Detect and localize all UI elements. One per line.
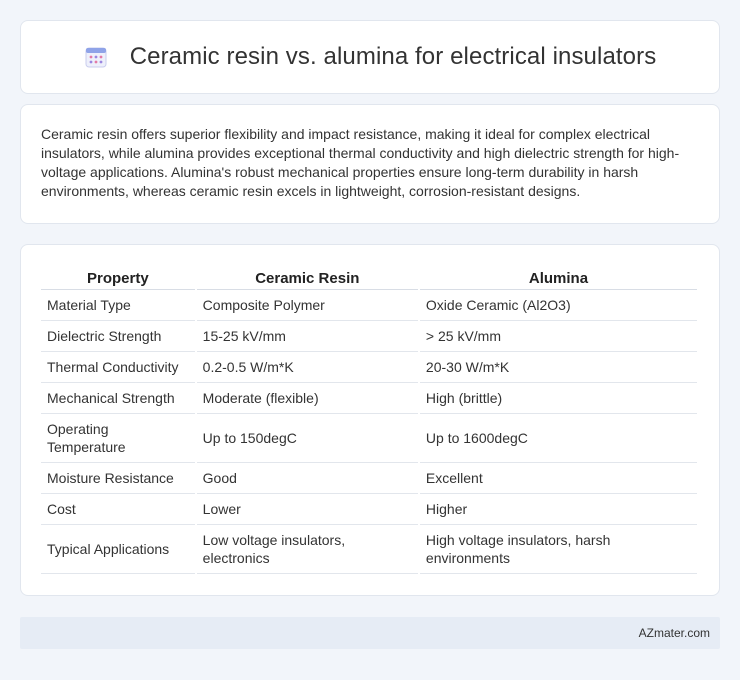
footer-bar: AZmater.com [20,617,720,649]
alumina-cell: Higher [419,494,697,525]
ceramic-resin-cell: 15-25 kV/mm [196,321,418,352]
title-card: Ceramic resin vs. alumina for electrical… [20,20,720,94]
table-row: Dielectric Strength 15-25 kV/mm > 25 kV/… [41,321,697,352]
ceramic-resin-cell: Composite Polymer [196,290,418,321]
column-header-alumina: Alumina [419,265,697,290]
property-cell: Mechanical Strength [41,383,195,414]
table-row: Mechanical Strength Moderate (flexible) … [41,383,697,414]
ceramic-resin-cell: Low voltage insulators, electronics [196,525,418,574]
column-header-ceramic-resin: Ceramic Resin [196,265,418,290]
table-row: Typical Applications Low voltage insulat… [41,525,697,574]
alumina-cell: Oxide Ceramic (Al2O3) [419,290,697,321]
ceramic-resin-cell: Moderate (flexible) [196,383,418,414]
alumina-cell: 20-30 W/m*K [419,352,697,383]
page-title: Ceramic resin vs. alumina for electrical… [129,43,657,70]
summary-text: Ceramic resin offers superior flexibilit… [41,126,680,199]
alumina-cell: Excellent [419,463,697,494]
table-row: Cost Lower Higher [41,494,697,525]
ceramic-resin-cell: Up to 150degC [196,414,418,463]
property-cell: Thermal Conductivity [41,352,195,383]
table-row: Thermal Conductivity 0.2-0.5 W/m*K 20-30… [41,352,697,383]
alumina-cell: > 25 kV/mm [419,321,697,352]
column-header-property: Property [41,265,195,290]
table-row: Moisture Resistance Good Excellent [41,463,697,494]
property-cell: Typical Applications [41,525,195,574]
summary-card: Ceramic resin offers superior flexibilit… [20,104,720,224]
comparison-card: Property Ceramic Resin Alumina Material … [20,244,720,596]
table-row: Operating Temperature Up to 150degC Up t… [41,414,697,463]
footer-brand: AZmater.com [638,626,710,640]
property-cell: Cost [41,494,195,525]
comparison-table: Property Ceramic Resin Alumina Material … [39,265,699,574]
ceramic-resin-cell: Lower [196,494,418,525]
alumina-cell: High voltage insulators, harsh environme… [419,525,697,574]
table-row: Material Type Composite Polymer Oxide Ce… [41,290,697,321]
table-header-row: Property Ceramic Resin Alumina [41,265,697,290]
property-cell: Operating Temperature [41,414,195,463]
ceramic-resin-cell: Good [196,463,418,494]
property-cell: Moisture Resistance [41,463,195,494]
alumina-cell: Up to 1600degC [419,414,697,463]
property-cell: Material Type [41,290,195,321]
ceramic-resin-cell: 0.2-0.5 W/m*K [196,352,418,383]
calendar-icon [84,45,108,69]
property-cell: Dielectric Strength [41,321,195,352]
alumina-cell: High (brittle) [419,383,697,414]
